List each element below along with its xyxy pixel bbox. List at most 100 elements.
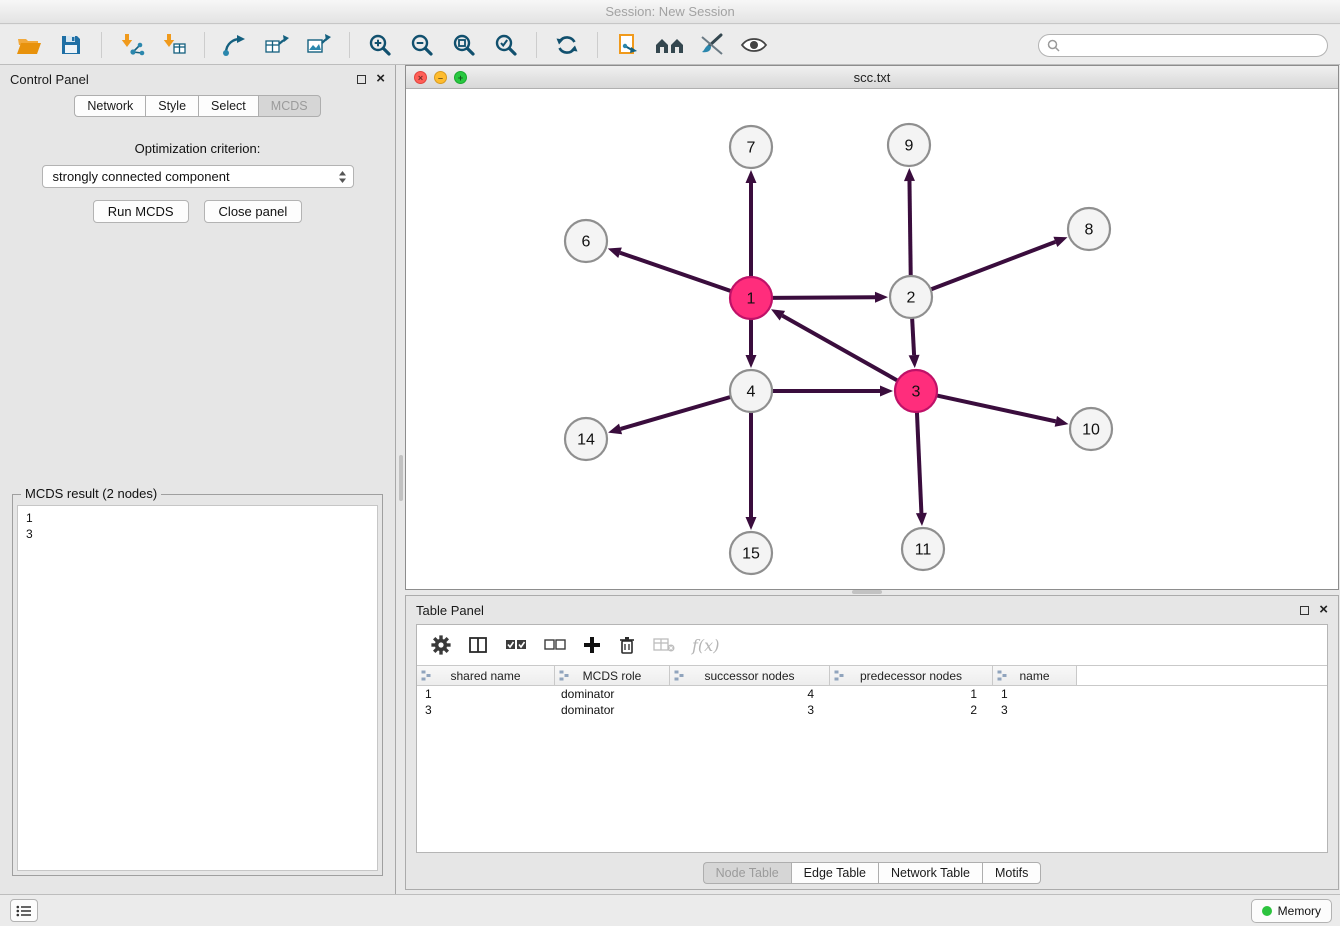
tab-motifs[interactable]: Motifs: [982, 862, 1041, 884]
table-cell[interactable]: dominator: [555, 686, 670, 702]
node-7[interactable]: 7: [730, 126, 772, 168]
plus-icon: [583, 636, 601, 654]
zoom-out-button[interactable]: [403, 28, 441, 62]
run-mcds-button[interactable]: Run MCDS: [93, 200, 189, 223]
select-all-columns-button[interactable]: [505, 638, 527, 652]
criterion-dropdown[interactable]: strongly connected component: [42, 165, 354, 188]
table-mode-button[interactable]: [431, 635, 451, 655]
tab-network[interactable]: Network: [74, 95, 145, 117]
node-3[interactable]: 3: [895, 370, 937, 412]
tab-select[interactable]: Select: [198, 95, 258, 117]
status-bar: Memory: [0, 894, 1340, 926]
edge-arrowhead: [746, 517, 757, 530]
float-panel-icon[interactable]: [357, 75, 366, 84]
edge-4-14[interactable]: [621, 397, 731, 429]
unselect-all-columns-button[interactable]: [544, 638, 566, 652]
table-cell[interactable]: 2: [830, 702, 993, 718]
close-panel-button[interactable]: Close panel: [204, 200, 303, 223]
tab-node-table[interactable]: Node Table: [703, 862, 791, 884]
node-8[interactable]: 8: [1068, 208, 1110, 250]
edge-3-10[interactable]: [937, 395, 1056, 421]
column-header-predecessor-nodes[interactable]: predecessor nodes: [830, 666, 993, 685]
refresh-icon: [554, 33, 580, 57]
column-header-name[interactable]: name: [993, 666, 1077, 685]
task-history-button[interactable]: [10, 899, 38, 922]
export-table-button[interactable]: [258, 28, 296, 62]
table-cell[interactable]: 3: [417, 702, 555, 718]
table-row[interactable]: 3dominator323: [417, 702, 1327, 718]
zoom-fit-button[interactable]: [445, 28, 483, 62]
new-network-button[interactable]: [216, 28, 254, 62]
edge-3-1[interactable]: [782, 316, 897, 381]
zoom-selected-button[interactable]: [487, 28, 525, 62]
edge-2-8[interactable]: [931, 242, 1056, 290]
node-14[interactable]: 14: [565, 418, 607, 460]
import-table-button[interactable]: [155, 28, 193, 62]
memory-label: Memory: [1278, 904, 1321, 918]
column-header-successor-nodes[interactable]: successor nodes: [670, 666, 830, 685]
table-panel: Table Panel ×: [405, 595, 1339, 890]
delete-table-button[interactable]: [653, 637, 675, 653]
close-panel-icon[interactable]: ×: [376, 73, 385, 85]
node-2[interactable]: 2: [890, 276, 932, 318]
table-cell[interactable]: 1: [993, 686, 1077, 702]
search-input[interactable]: [1065, 39, 1319, 53]
split-view-button[interactable]: [468, 635, 488, 655]
close-window-icon[interactable]: ×: [414, 71, 427, 84]
edge-arrowhead: [875, 292, 888, 303]
export-image-button[interactable]: [300, 28, 338, 62]
table-cell[interactable]: 1: [830, 686, 993, 702]
sort-column-icon: [421, 670, 431, 681]
edge-arrowhead: [1053, 237, 1067, 247]
show-panels-button[interactable]: [651, 28, 689, 62]
table-row[interactable]: 1dominator411: [417, 686, 1327, 702]
maximize-window-icon[interactable]: +: [454, 71, 467, 84]
edge-1-6[interactable]: [620, 253, 731, 291]
apply-layout-button[interactable]: [548, 28, 586, 62]
table-cell[interactable]: 3: [670, 702, 830, 718]
new-column-button[interactable]: [583, 636, 601, 654]
tab-style[interactable]: Style: [145, 95, 198, 117]
save-session-button[interactable]: [52, 28, 90, 62]
zoom-in-button[interactable]: [361, 28, 399, 62]
node-6[interactable]: 6: [565, 220, 607, 262]
table-cell[interactable]: 4: [670, 686, 830, 702]
edge-1-2[interactable]: [772, 297, 875, 298]
function-builder-button[interactable]: f(x): [692, 636, 719, 655]
window-title: Session: New Session: [605, 4, 734, 19]
graphics-details-button[interactable]: [735, 28, 773, 62]
import-network-button[interactable]: [113, 28, 151, 62]
memory-button[interactable]: Memory: [1251, 899, 1332, 923]
edge-3-11[interactable]: [917, 412, 921, 513]
tab-mcds[interactable]: MCDS: [258, 95, 321, 117]
open-session-button[interactable]: [10, 28, 48, 62]
node-9[interactable]: 9: [888, 124, 930, 166]
network-canvas[interactable]: 1 2 3 4 6 7 8 9 10 11 14 15: [406, 90, 1338, 589]
table-cell[interactable]: 3: [993, 702, 1077, 718]
tab-edge-table[interactable]: Edge Table: [791, 862, 878, 884]
column-header-shared-name[interactable]: shared name: [417, 666, 555, 685]
search-box[interactable]: [1038, 34, 1328, 57]
paint-style-button[interactable]: [693, 28, 731, 62]
edge-2-9[interactable]: [909, 181, 910, 276]
horizontal-splitter-handle[interactable]: [852, 590, 882, 594]
node-10[interactable]: 10: [1070, 408, 1112, 450]
window-titlebar: Session: New Session: [0, 0, 1340, 24]
table-cell[interactable]: 1: [417, 686, 555, 702]
delete-columns-button[interactable]: [618, 635, 636, 655]
minimize-window-icon[interactable]: –: [434, 71, 447, 84]
node-1[interactable]: 1: [730, 277, 772, 319]
network-window-titlebar[interactable]: × – + scc.txt: [406, 66, 1338, 89]
node-11[interactable]: 11: [902, 528, 944, 570]
column-header-MCDS-role[interactable]: MCDS role: [555, 666, 670, 685]
node-15[interactable]: 15: [730, 532, 772, 574]
toolbar-separator: [204, 32, 205, 58]
vertical-splitter-handle[interactable]: [399, 455, 403, 501]
float-table-panel-icon[interactable]: [1300, 606, 1309, 615]
tab-network-table[interactable]: Network Table: [878, 862, 982, 884]
table-cell[interactable]: dominator: [555, 702, 670, 718]
close-table-panel-icon[interactable]: ×: [1319, 604, 1328, 616]
copy-network-button[interactable]: [609, 28, 647, 62]
node-4[interactable]: 4: [730, 370, 772, 412]
edge-2-3[interactable]: [912, 318, 914, 355]
